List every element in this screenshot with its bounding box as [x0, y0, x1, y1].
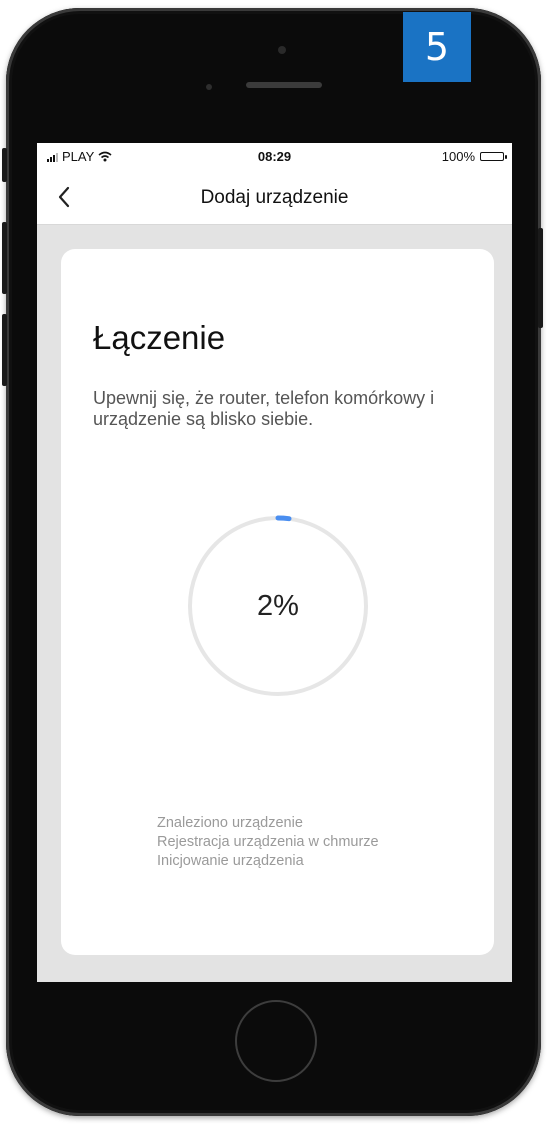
- battery-percent: 100%: [441, 149, 475, 164]
- status-time: 08:29: [257, 149, 292, 164]
- connection-steps-list: Znaleziono urządzenie Rejestracja urządz…: [157, 814, 379, 871]
- mute-switch: [2, 148, 7, 182]
- proximity-sensor: [206, 84, 212, 90]
- app-screen: PLAY 08:29 100% Dodaj urządzenie Łączeni…: [37, 143, 512, 982]
- card-title: Łączenie: [93, 319, 226, 356]
- earpiece-speaker: [246, 82, 322, 88]
- step-item: Rejestracja urządzenia w chmurze: [157, 834, 379, 850]
- volume-up-button: [2, 222, 7, 294]
- connection-card: Łączenie Upewnij się, że router, telefon…: [61, 249, 494, 955]
- status-bar: PLAY 08:29 100%: [37, 143, 512, 171]
- battery-icon: [480, 152, 507, 161]
- home-button[interactable]: [235, 1000, 317, 1082]
- status-battery-group: 100%: [441, 149, 507, 164]
- navigation-bar: Dodaj urządzenie: [37, 171, 512, 225]
- front-camera: [278, 46, 286, 54]
- card-description: Upewnij się, że router, telefon komórkow…: [93, 388, 435, 429]
- power-button: [538, 228, 543, 328]
- step-item: Inicjowanie urządzenia: [157, 853, 304, 869]
- page-title: Dodaj urządzenie: [200, 187, 349, 208]
- progress-percent: 2%: [257, 590, 299, 622]
- step-item: Znaleziono urządzenie: [157, 815, 303, 831]
- step-number-badge: 5: [403, 12, 471, 82]
- volume-down-button: [2, 314, 7, 386]
